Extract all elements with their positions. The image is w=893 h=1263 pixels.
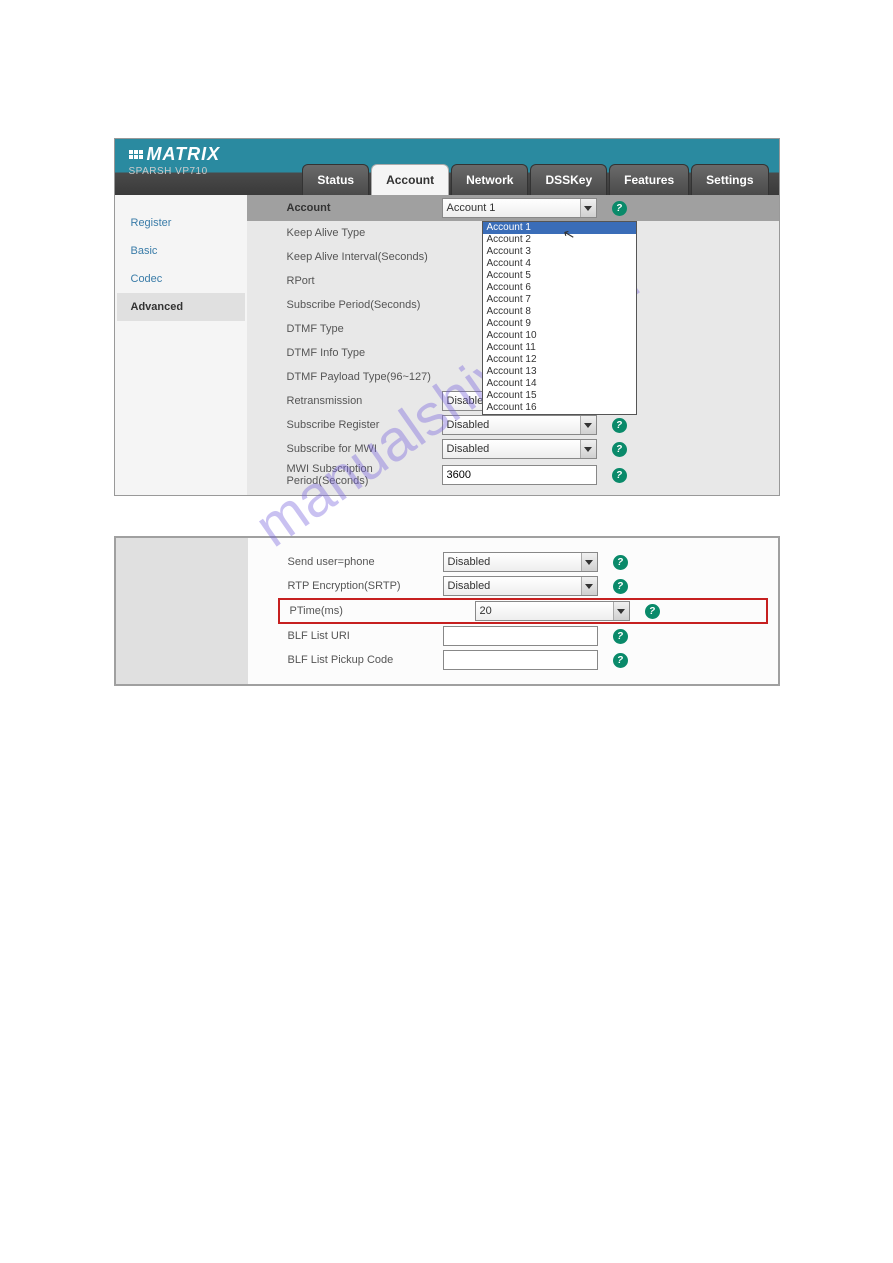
help-icon[interactable]: ? [645, 604, 660, 619]
dropdown-option[interactable]: Account 13 [483, 366, 636, 378]
field-label: Keep Alive Type [247, 227, 442, 239]
account-header-label: Account [247, 202, 442, 214]
dropdown-option[interactable]: Account 7 [483, 294, 636, 306]
tab-features[interactable]: Features [609, 164, 689, 195]
field-label: MWI Subscription Period(Seconds) [247, 463, 442, 487]
field-label: DTMF Type [247, 323, 442, 335]
panel2-form: Send user=phone Disabled ? RTP Encryptio… [248, 538, 778, 684]
help-icon[interactable]: ? [613, 579, 628, 594]
dropdown-option[interactable]: Account 9 [483, 318, 636, 330]
chevron-down-icon [580, 199, 596, 217]
row-blf-pickup-code: BLF List Pickup Code ? [248, 648, 778, 672]
help-icon[interactable]: ? [613, 555, 628, 570]
field-label: RPort [247, 275, 442, 287]
tab-settings[interactable]: Settings [691, 164, 768, 195]
field-value: 20 [480, 605, 492, 617]
field-label: RTP Encryption(SRTP) [248, 580, 443, 592]
chevron-down-icon [581, 553, 597, 571]
dropdown-option[interactable]: Account 6 [483, 282, 636, 294]
tab-network[interactable]: Network [451, 164, 528, 195]
dropdown-option[interactable]: Account 8 [483, 306, 636, 318]
blf-uri-input[interactable] [443, 626, 598, 646]
dropdown-option[interactable]: Account 12 [483, 354, 636, 366]
row-ptime-highlighted: PTime(ms) 20 ? [278, 598, 768, 624]
row-rtp-encryption: RTP Encryption(SRTP) Disabled ? [248, 574, 778, 598]
tab-status[interactable]: Status [302, 164, 369, 195]
field-label: BLF List URI [248, 630, 443, 642]
dropdown-option[interactable]: Account 15 [483, 390, 636, 402]
logo-icon [129, 150, 143, 159]
panel2-left-gutter [116, 538, 248, 684]
field-label: BLF List Pickup Code [248, 654, 443, 666]
account-header-row: Account Account 1 ? [247, 195, 779, 221]
field-value: Disabled [448, 580, 491, 592]
subscribe-register-select[interactable]: Disabled [442, 415, 597, 435]
blf-pickup-input[interactable] [443, 650, 598, 670]
chevron-down-icon [580, 440, 596, 458]
chevron-down-icon [613, 602, 629, 620]
help-icon[interactable]: ? [613, 653, 628, 668]
help-icon[interactable]: ? [612, 418, 627, 433]
field-label: Send user=phone [248, 556, 443, 568]
field-label: Subscribe Period(Seconds) [247, 299, 442, 311]
account-select[interactable]: Account 1 [442, 198, 597, 218]
row-blf-list-uri: BLF List URI ? [248, 624, 778, 648]
row-send-user-phone: Send user=phone Disabled ? [248, 550, 778, 574]
ptime-select[interactable]: 20 [475, 601, 630, 621]
account-select-value: Account 1 [447, 202, 496, 214]
field-value: Disabled [447, 419, 490, 431]
sidebar-item-codec[interactable]: Codec [117, 265, 245, 293]
logo-area: MATRIX SPARSH VP710 [129, 144, 221, 177]
dropdown-option[interactable]: Account 11 [483, 342, 636, 354]
admin-panel-bottom: Send user=phone Disabled ? RTP Encryptio… [114, 536, 780, 686]
help-icon[interactable]: ? [612, 442, 627, 457]
field-label: Retransmission [247, 395, 442, 407]
form-area: Account Account 1 ? Account 1 Account 2 … [247, 195, 779, 495]
tab-dsskey[interactable]: DSSKey [530, 164, 607, 195]
field-label: DTMF Payload Type(96~127) [247, 371, 442, 383]
help-icon[interactable]: ? [612, 201, 627, 216]
dropdown-option[interactable]: Account 2 [483, 234, 636, 246]
tab-account[interactable]: Account [371, 164, 449, 195]
account-dropdown-list[interactable]: Account 1 Account 2 Account 3 Account 4 … [482, 221, 637, 415]
product-name: SPARSH VP710 [129, 166, 221, 177]
help-icon[interactable]: ? [612, 468, 627, 483]
send-user-phone-select[interactable]: Disabled [443, 552, 598, 572]
row-mwi-subscription-period: MWI Subscription Period(Seconds) ? [247, 461, 779, 489]
sidebar-item-register[interactable]: Register [117, 209, 245, 237]
help-icon[interactable]: ? [613, 629, 628, 644]
row-subscribe-mwi: Subscribe for MWI Disabled ? [247, 437, 779, 461]
sidebar-item-basic[interactable]: Basic [117, 237, 245, 265]
brand-logo: MATRIX [129, 144, 221, 165]
field-label: Keep Alive Interval(Seconds) [247, 251, 442, 263]
dropdown-option[interactable]: Account 3 [483, 246, 636, 258]
dropdown-option[interactable]: Account 4 [483, 258, 636, 270]
mwi-period-input[interactable] [442, 465, 597, 485]
field-value: Disabled [447, 443, 490, 455]
field-label: Subscribe Register [247, 419, 442, 431]
header: MATRIX SPARSH VP710 Status Account Netwo… [115, 139, 779, 195]
dropdown-option[interactable]: Account 5 [483, 270, 636, 282]
content-area: Register Basic Codec Advanced Account Ac… [115, 195, 779, 495]
row-subscribe-register: Subscribe Register Disabled ? [247, 413, 779, 437]
subscribe-mwi-select[interactable]: Disabled [442, 439, 597, 459]
admin-panel-top: MATRIX SPARSH VP710 Status Account Netwo… [114, 138, 780, 496]
dropdown-option[interactable]: Account 14 [483, 378, 636, 390]
dropdown-option[interactable]: Account 10 [483, 330, 636, 342]
chevron-down-icon [581, 577, 597, 595]
field-label: DTMF Info Type [247, 347, 442, 359]
rtp-encryption-select[interactable]: Disabled [443, 576, 598, 596]
dropdown-option[interactable]: Account 16 [483, 402, 636, 414]
field-label: PTime(ms) [280, 605, 475, 617]
chevron-down-icon [580, 416, 596, 434]
sidebar-item-advanced[interactable]: Advanced [117, 293, 245, 321]
dropdown-option[interactable]: Account 1 [483, 222, 636, 234]
sidebar: Register Basic Codec Advanced [115, 195, 247, 495]
main-tabs: Status Account Network DSSKey Features S… [302, 164, 768, 195]
field-value: Disabled [448, 556, 491, 568]
field-label: Subscribe for MWI [247, 443, 442, 455]
brand-text: MATRIX [147, 144, 221, 165]
